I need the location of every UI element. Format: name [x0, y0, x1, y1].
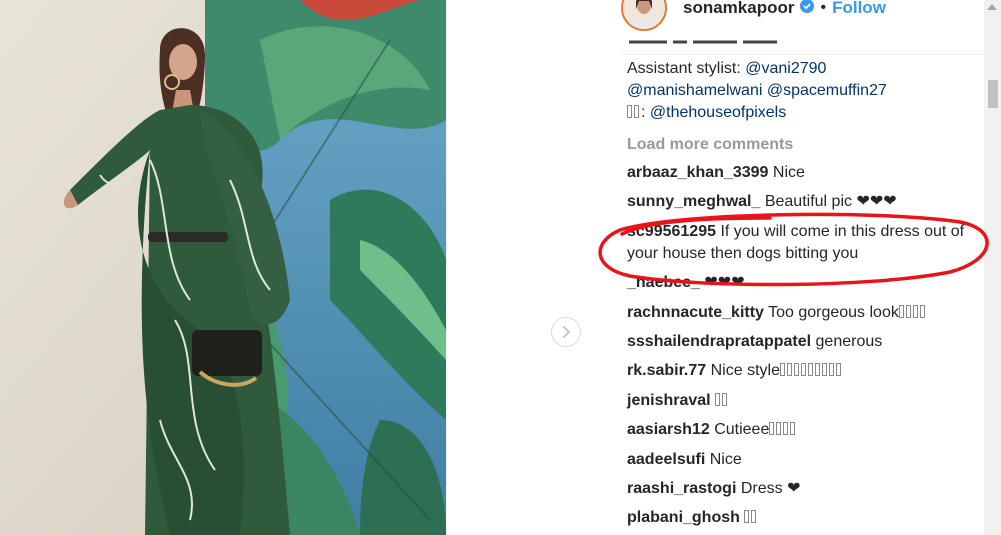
mention-link[interactable]: @thehouseofpixels [650, 104, 786, 121]
post-details-panel: sonamkapoor • Follow Assistant stylist: … [597, 0, 1001, 535]
mention-link[interactable]: @vani2790 [745, 60, 826, 77]
comment-item: jenishraval [627, 390, 987, 412]
comment-author[interactable]: arbaaz_khan_3399 [627, 164, 768, 181]
missing-glyph [744, 510, 750, 524]
next-photo-button[interactable] [551, 317, 581, 347]
missing-glyph [790, 422, 796, 436]
comment-item: plabani_ghosh [627, 507, 987, 529]
missing-glyph [800, 363, 806, 377]
comment-text: ❤❤❤ [704, 274, 745, 292]
missing-glyph [634, 105, 639, 118]
comment-author[interactable]: rachnnacute_kitty [627, 304, 764, 321]
missing-glyph [769, 422, 775, 436]
caption-line: : @thehouseofpixels [627, 102, 987, 124]
missing-glyph [905, 304, 911, 318]
missing-glyph [776, 422, 782, 436]
missing-glyph [722, 392, 728, 406]
comment-items: arbaaz_khan_3399 Nice sunny_meghwal_ Beau… [627, 162, 987, 529]
caption-line: Assistant stylist: @vani2790 [627, 58, 987, 80]
scroll-thumb[interactable] [988, 80, 998, 108]
scrollbar[interactable] [984, 0, 1001, 535]
comment-text: Nice [772, 164, 805, 181]
post-header: sonamkapoor • Follow [621, 0, 886, 31]
missing-glyph [898, 304, 904, 318]
comment-author[interactable]: aadeelsufi [627, 451, 705, 468]
comment-text: Beautiful pic ❤❤❤ [764, 193, 897, 211]
comment-author[interactable]: _haebee_ [627, 274, 700, 291]
missing-glyph [779, 363, 785, 377]
comment-text: Dress ❤ [740, 479, 801, 497]
header-separator: • [820, 0, 827, 16]
verified-badge-icon [800, 0, 815, 18]
comment-author[interactable]: aasiarsh12 [627, 421, 710, 438]
comment-text: Nice style [710, 362, 780, 380]
comment-item: rk.sabir.77 Nice style [627, 360, 987, 382]
photo-illustration [0, 0, 446, 535]
comment-author[interactable]: ssshailendrapratappatel [627, 333, 811, 350]
photo-divider [446, 0, 447, 535]
comment-author[interactable]: rk.sabir.77 [627, 362, 706, 379]
post-photo[interactable] [0, 0, 446, 535]
missing-glyph [814, 363, 820, 377]
missing-glyph [912, 304, 918, 318]
comment-author[interactable]: plabani_ghosh [627, 509, 740, 526]
comment-author[interactable]: raashi_rastogi [627, 480, 736, 497]
chevron-right-icon [563, 326, 571, 338]
missing-glyph [835, 363, 841, 377]
missing-glyph [783, 422, 789, 436]
missing-glyph [821, 363, 827, 377]
missing-glyph [807, 363, 813, 377]
comment-author[interactable]: sc99561295 [627, 223, 716, 240]
caption-text: : [641, 104, 650, 121]
comment-item: sunny_meghwal_ Beautiful pic ❤❤❤ [627, 191, 987, 213]
comment-author[interactable]: sunny_meghwal_ [627, 193, 760, 210]
mention-links[interactable]: @manishamelwani @spacemuffin27 [627, 82, 887, 99]
comments-list: Assistant stylist: @vani2790 @manishamel… [627, 58, 987, 535]
comment-item: aadeelsufi Nice [627, 449, 987, 471]
missing-glyph [828, 363, 834, 377]
comment-item: aasiarsh12 Cutieee [627, 419, 987, 441]
comment-item: arbaaz_khan_3399 Nice [627, 162, 987, 184]
comment-text: generous [815, 332, 883, 350]
comment-item: sc99561295 If you will come in this dres… [627, 221, 987, 265]
scroll-up-arrow-icon[interactable] [987, 4, 997, 10]
comment-item: ssshailendrapratappatel generous [627, 331, 987, 353]
header-divider [621, 54, 985, 55]
avatar[interactable] [621, 0, 667, 31]
comment-item: rachnnacute_kitty Too gorgeous look [627, 302, 987, 324]
missing-glyph [715, 392, 721, 406]
missing-glyph [751, 510, 757, 524]
caption-line: @manishamelwani @spacemuffin27 [627, 80, 987, 102]
avatar-image [623, 0, 665, 29]
load-more-comments-button[interactable]: Load more comments [627, 134, 987, 156]
comment-author[interactable]: jenishraval [627, 392, 711, 409]
comment-item: raashi_rastogi Dress ❤ [627, 478, 987, 500]
cutoff-text-fragment [627, 40, 787, 54]
comment-item: _haebee_ ❤❤❤ [627, 272, 987, 294]
missing-glyph [627, 105, 632, 118]
comment-text: Too gorgeous look [768, 303, 899, 321]
comment-text: Cutieee [714, 421, 770, 439]
missing-glyph [919, 304, 925, 318]
missing-glyph [793, 363, 799, 377]
caption-text: Assistant stylist: [627, 60, 746, 77]
missing-glyph [786, 363, 792, 377]
comment-text: Nice [709, 450, 742, 468]
username[interactable]: sonamkapoor [683, 0, 794, 18]
follow-button[interactable]: Follow [832, 0, 886, 18]
